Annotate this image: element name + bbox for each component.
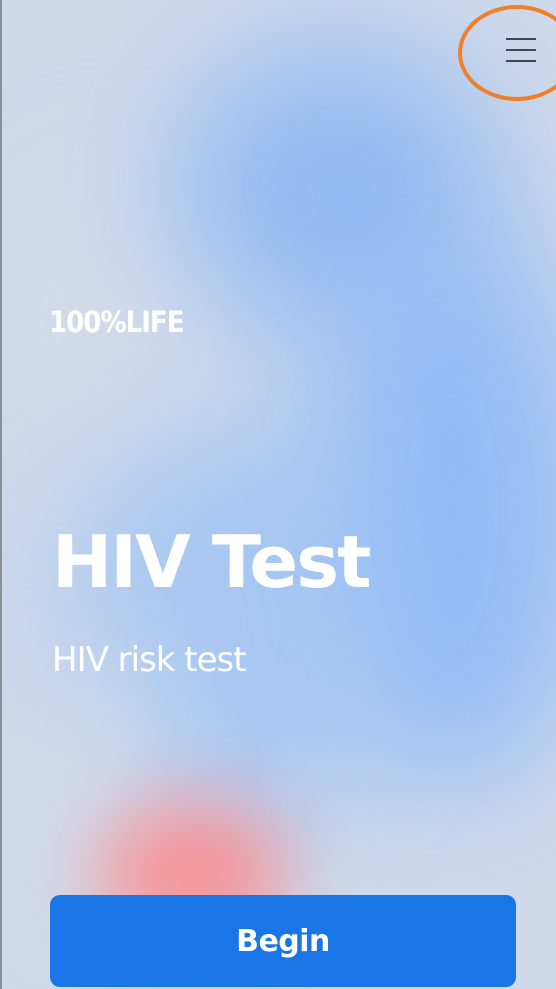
page-title: HIV Test <box>52 520 371 604</box>
menu-line <box>506 60 536 62</box>
app-screen: 100%LIFE HIV Test HIV risk test Begin <box>0 0 556 989</box>
begin-button[interactable]: Begin <box>50 895 516 987</box>
hamburger-menu-icon[interactable] <box>500 30 542 70</box>
page-subtitle: HIV risk test <box>52 640 247 680</box>
menu-line <box>506 38 536 40</box>
brand-logo: 100%LIFE <box>49 305 185 339</box>
menu-line <box>506 49 536 51</box>
